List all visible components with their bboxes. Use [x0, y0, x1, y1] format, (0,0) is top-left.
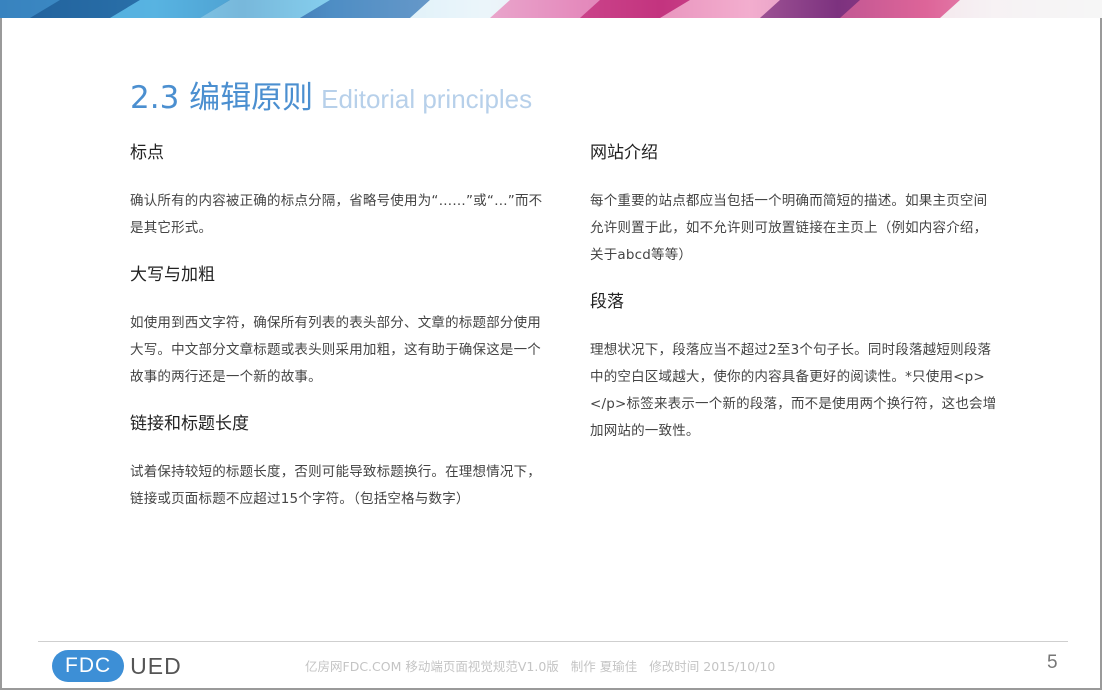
section-body: 确认所有的内容被正确的标点分隔，省略号使用为“……”或“…”而不是其它形式。: [130, 193, 543, 236]
section-body: 如使用到西文字符，确保所有列表的表头部分、文章的标题部分使用大写。中文部分文章标…: [130, 315, 541, 385]
decorative-banner: [0, 0, 1102, 18]
page-title: 2.3 编辑原则 Editorial principles: [130, 72, 532, 117]
section-body: 试着保持较短的标题长度，否则可能导致标题换行。在理想情况下，链接或页面标题不应超…: [130, 464, 541, 507]
left-column: 标点 确认所有的内容被正确的标点分隔，省略号使用为“……”或“…”而不是其它形式…: [130, 140, 550, 533]
page-title-zh: 2.3 编辑原则: [130, 80, 314, 116]
section-site-intro: 网站介绍 每个重要的站点都应当包括一个明确而简短的描述。如果主页空间允许则置于此…: [590, 140, 1000, 269]
section-heading: 链接和标题长度: [130, 414, 249, 434]
section-body: 理想状况下，段落应当不超过2至3个句子长。同时段落越短则段落中的空白区域越大，使…: [590, 342, 997, 439]
footer-doc-info: 亿房网FDC.COM 移动端页面视觉规范V1.0版: [305, 659, 559, 674]
section-capitalization: 大写与加粗 如使用到西文字符，确保所有列表的表头部分、文章的标题部分使用大写。中…: [130, 262, 550, 391]
fdc-ued-logo: FDC UED: [52, 650, 182, 682]
logo-ued: UED: [130, 652, 182, 679]
footer-author: 制作 夏瑜佳: [570, 659, 638, 674]
page-number: 5: [1047, 652, 1058, 673]
page-title-en: Editorial principles: [321, 84, 533, 114]
section-punctuation: 标点 确认所有的内容被正确的标点分隔，省略号使用为“……”或“…”而不是其它形式…: [130, 140, 550, 242]
section-heading: 大写与加粗: [130, 265, 215, 285]
section-heading: 段落: [590, 292, 624, 312]
section-link-title-length: 链接和标题长度 试着保持较短的标题长度，否则可能导致标题换行。在理想情况下，链接…: [130, 411, 550, 513]
section-body: 每个重要的站点都应当包括一个明确而简短的描述。如果主页空间允许则置于此，如不允许…: [590, 193, 988, 263]
footer-info: 亿房网FDC.COM 移动端页面视觉规范V1.0版 制作 夏瑜佳 修改时间 2015…: [305, 656, 787, 675]
section-heading: 网站介绍: [590, 143, 658, 163]
section-paragraph: 段落 理想状况下，段落应当不超过2至3个句子长。同时段落越短则段落中的空白区域越…: [590, 289, 1000, 445]
right-column: 网站介绍 每个重要的站点都应当包括一个明确而简短的描述。如果主页空间允许则置于此…: [590, 140, 1000, 465]
footer-modified: 修改时间 2015/10/10: [649, 659, 776, 674]
section-heading: 标点: [130, 143, 164, 163]
footer-divider: [38, 641, 1068, 642]
logo-fdc: FDC: [52, 650, 125, 682]
